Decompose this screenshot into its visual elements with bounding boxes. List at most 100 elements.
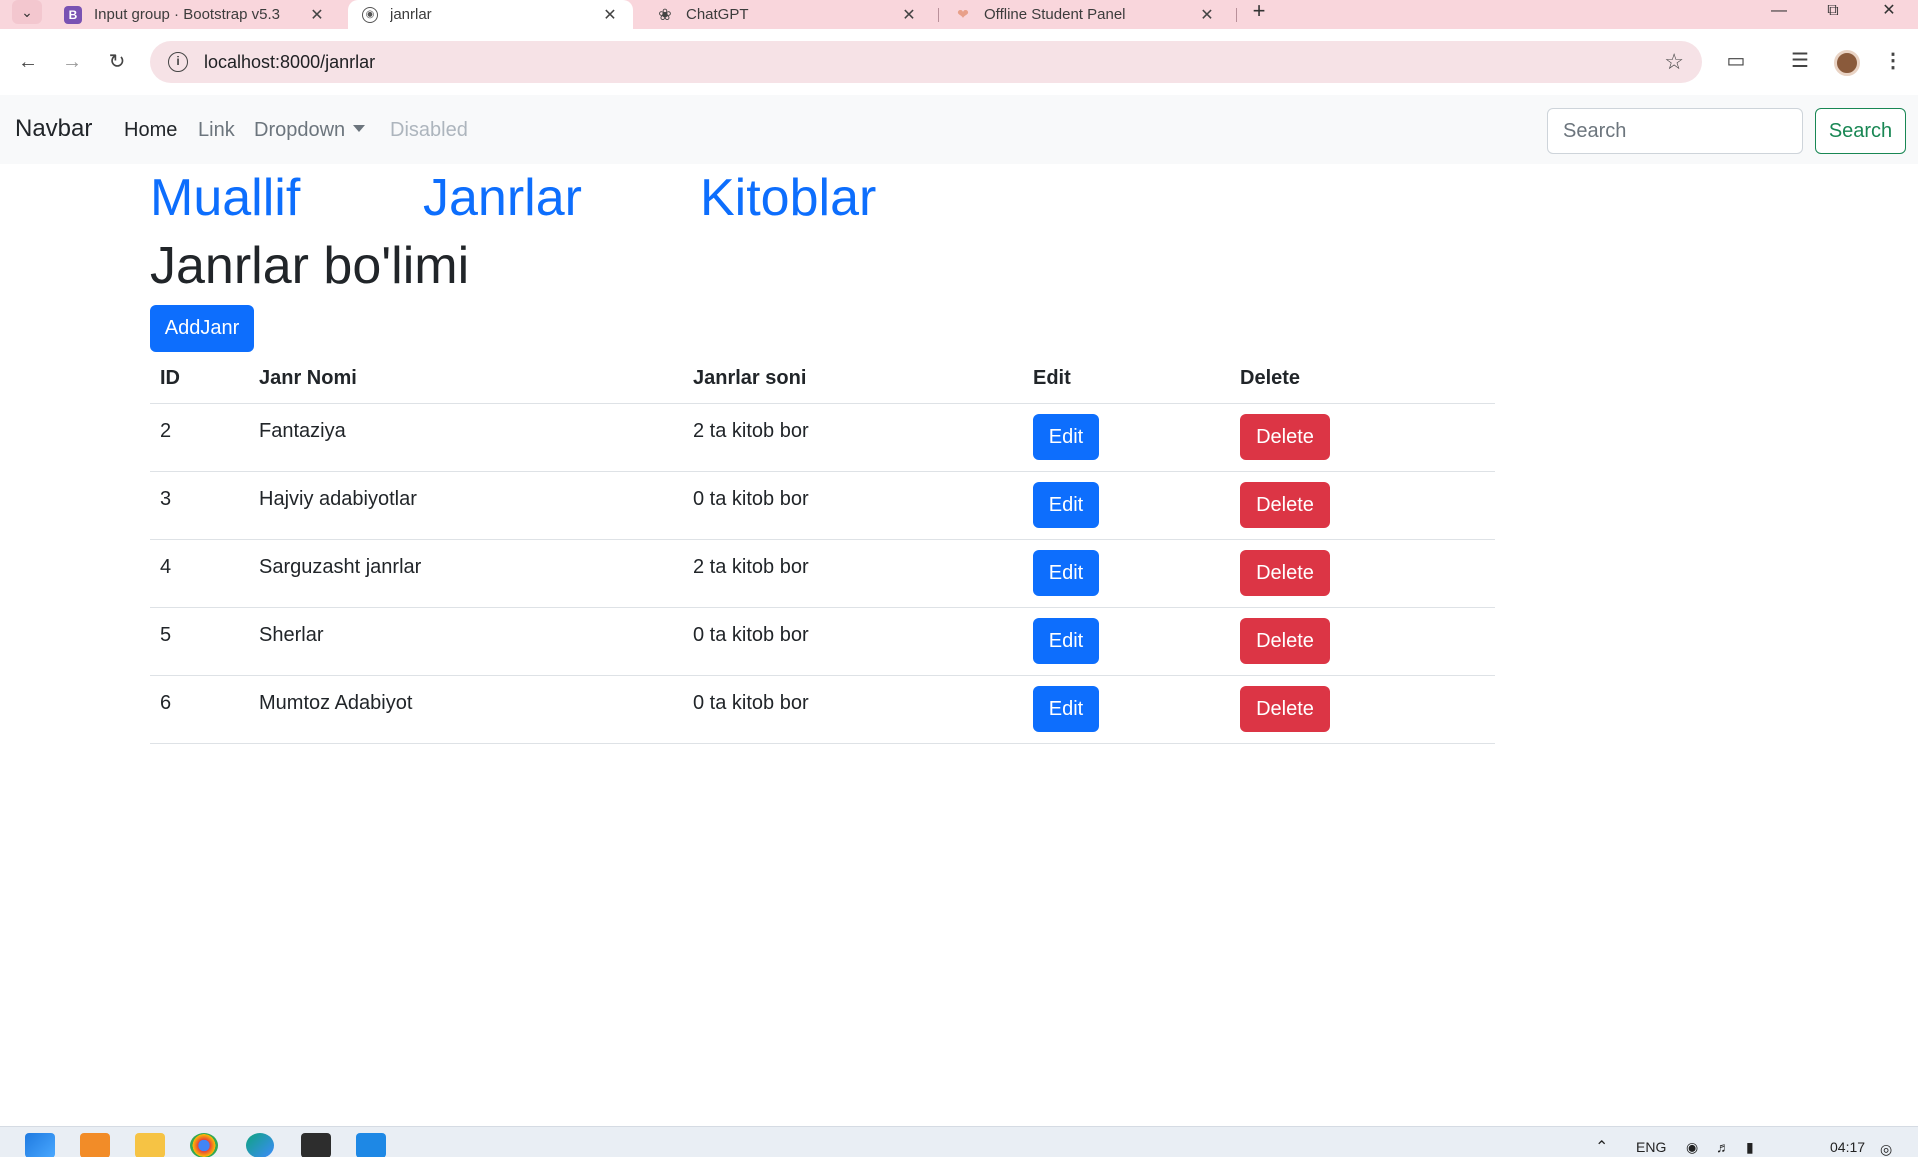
- cell-name: Sherlar: [249, 607, 683, 676]
- tab-offline-student-panel[interactable]: ❤ Offline Student Panel ✕: [940, 0, 1230, 29]
- profile-avatar[interactable]: [1834, 50, 1860, 76]
- tab-search-icon[interactable]: ⌄: [12, 0, 42, 24]
- delete-button[interactable]: Delete: [1240, 482, 1330, 528]
- delete-button[interactable]: Delete: [1240, 414, 1330, 460]
- tab-bootstrap[interactable]: B Input group · Bootstrap v5.3 ✕: [50, 0, 340, 29]
- edit-button[interactable]: Edit: [1033, 550, 1099, 596]
- cell-edit: Edit: [1023, 403, 1230, 472]
- cell-edit: Edit: [1023, 471, 1230, 540]
- url-text[interactable]: localhost:8000/janrlar: [204, 52, 375, 73]
- cell-delete: Delete: [1230, 471, 1495, 540]
- notification-icon[interactable]: ◎: [1880, 1141, 1892, 1157]
- cell-edit: Edit: [1023, 675, 1230, 744]
- nav-dropdown-label: Dropdown: [254, 119, 346, 141]
- battery-icon[interactable]: ▮: [1746, 1139, 1754, 1156]
- add-janr-button[interactable]: AddJanr: [150, 305, 254, 352]
- new-tab-button[interactable]: +: [1245, 0, 1273, 24]
- wifi-icon[interactable]: ◉: [1686, 1139, 1698, 1156]
- column-header-count: Janrlar soni: [683, 355, 1023, 404]
- browser-tab-strip: ⌄ B Input group · Bootstrap v5.3 ✕ ◉ jan…: [0, 0, 1918, 29]
- globe-icon: ◉: [362, 6, 378, 23]
- cell-count: 2 ta kitob bor: [683, 403, 1023, 472]
- back-arrow-icon[interactable]: ←: [12, 46, 44, 78]
- bootstrap-icon: B: [64, 5, 82, 24]
- chrome-icon[interactable]: [190, 1133, 218, 1157]
- tab-separator: [938, 8, 939, 22]
- tab-chatgpt[interactable]: ❀ ChatGPT ✕: [642, 0, 932, 29]
- cell-id: 2: [150, 403, 249, 472]
- bookmark-star-icon[interactable]: ☆: [1664, 49, 1684, 75]
- address-bar[interactable]: i localhost:8000/janrlar ☆: [150, 41, 1702, 83]
- nav-link-link[interactable]: Link: [198, 119, 235, 142]
- cell-delete: Delete: [1230, 539, 1495, 608]
- cell-delete: Delete: [1230, 675, 1495, 744]
- close-icon[interactable]: ✕: [1198, 5, 1216, 25]
- cell-delete: Delete: [1230, 607, 1495, 676]
- cell-name: Fantaziya: [249, 403, 683, 472]
- reload-icon[interactable]: ↻: [101, 46, 133, 78]
- column-header-delete: Delete: [1230, 355, 1495, 404]
- windows-taskbar: ⌃ ENG ◉ ♬ ▮ 04:17 ◎: [0, 1126, 1918, 1157]
- windows-start-icon[interactable]: [25, 1133, 55, 1157]
- tab-janrlar[interactable]: ◉ janrlar ✕: [348, 0, 633, 29]
- cell-name: Hajviy adabiyotlar: [249, 471, 683, 540]
- xampp-icon[interactable]: [80, 1133, 110, 1157]
- cell-count: 0 ta kitob bor: [683, 471, 1023, 540]
- edge-icon[interactable]: [246, 1133, 274, 1157]
- cell-id: 5: [150, 607, 249, 676]
- edit-button[interactable]: Edit: [1033, 686, 1099, 732]
- file-explorer-icon[interactable]: [135, 1133, 165, 1157]
- close-icon[interactable]: ✕: [308, 5, 326, 25]
- table-row: 2 Fantaziya 2 ta kitob bor Edit Delete: [150, 403, 1495, 472]
- search-input[interactable]: [1547, 108, 1803, 154]
- volume-icon[interactable]: ♬: [1716, 1139, 1730, 1155]
- section-link-muallif[interactable]: Muallif: [150, 168, 300, 228]
- column-header-edit: Edit: [1023, 355, 1230, 404]
- site-info-icon[interactable]: i: [168, 52, 188, 72]
- close-icon[interactable]: ✕: [601, 5, 619, 25]
- tray-chevron-up-icon[interactable]: ⌃: [1595, 1137, 1608, 1157]
- genres-table: ID Janr Nomi Janrlar soni Edit Delete 2 …: [150, 355, 1495, 744]
- nav-link-home[interactable]: Home: [124, 119, 177, 142]
- extensions-puzzle-icon[interactable]: ▭: [1719, 44, 1753, 78]
- edit-button[interactable]: Edit: [1033, 482, 1099, 528]
- browser-menu-icon[interactable]: ⋮: [1876, 44, 1910, 78]
- delete-button[interactable]: Delete: [1240, 686, 1330, 732]
- section-link-janrlar[interactable]: Janrlar: [423, 168, 582, 228]
- delete-button[interactable]: Delete: [1240, 550, 1330, 596]
- column-header-name: Janr Nomi: [249, 355, 683, 404]
- close-icon[interactable]: ✕: [900, 5, 918, 25]
- table-header-row: ID Janr Nomi Janrlar soni Edit Delete: [150, 355, 1495, 404]
- search-button[interactable]: Search: [1815, 108, 1906, 154]
- page-title: Janrlar bo'limi: [150, 237, 470, 295]
- cell-id: 4: [150, 539, 249, 608]
- cell-edit: Edit: [1023, 539, 1230, 608]
- cell-name: Mumtoz Adabiyot: [249, 675, 683, 744]
- cell-edit: Edit: [1023, 607, 1230, 676]
- restore-icon[interactable]: ⧉: [1806, 0, 1860, 24]
- window-close-icon[interactable]: ✕: [1862, 0, 1916, 24]
- media-control-icon[interactable]: ☰: [1783, 44, 1817, 78]
- cell-delete: Delete: [1230, 403, 1495, 472]
- table-row: 3 Hajviy adabiyotlar 0 ta kitob bor Edit…: [150, 471, 1495, 540]
- table-row: 4 Sarguzasht janrlar 2 ta kitob bor Edit…: [150, 539, 1495, 608]
- edit-button[interactable]: Edit: [1033, 618, 1099, 664]
- caret-down-icon: [353, 125, 366, 133]
- navbar-brand[interactable]: Navbar: [15, 115, 92, 143]
- section-link-kitoblar[interactable]: Kitoblar: [700, 168, 876, 228]
- minimize-icon[interactable]: —: [1752, 0, 1806, 24]
- page-navbar: Navbar Home Link Dropdown Disabled Searc…: [0, 95, 1918, 164]
- clock-time[interactable]: 04:17: [1830, 1139, 1865, 1155]
- tab-separator: [1236, 8, 1237, 22]
- nav-dropdown[interactable]: Dropdown: [254, 119, 366, 142]
- cell-count: 0 ta kitob bor: [683, 607, 1023, 676]
- cell-name: Sarguzasht janrlar: [249, 539, 683, 608]
- input-language[interactable]: ENG: [1636, 1139, 1666, 1155]
- terminal-icon[interactable]: [301, 1133, 331, 1157]
- vscode-icon[interactable]: [356, 1133, 386, 1157]
- cell-id: 6: [150, 675, 249, 744]
- edit-button[interactable]: Edit: [1033, 414, 1099, 460]
- table-row: 5 Sherlar 0 ta kitob bor Edit Delete: [150, 607, 1495, 676]
- delete-button[interactable]: Delete: [1240, 618, 1330, 664]
- forward-arrow-icon[interactable]: →: [56, 46, 88, 78]
